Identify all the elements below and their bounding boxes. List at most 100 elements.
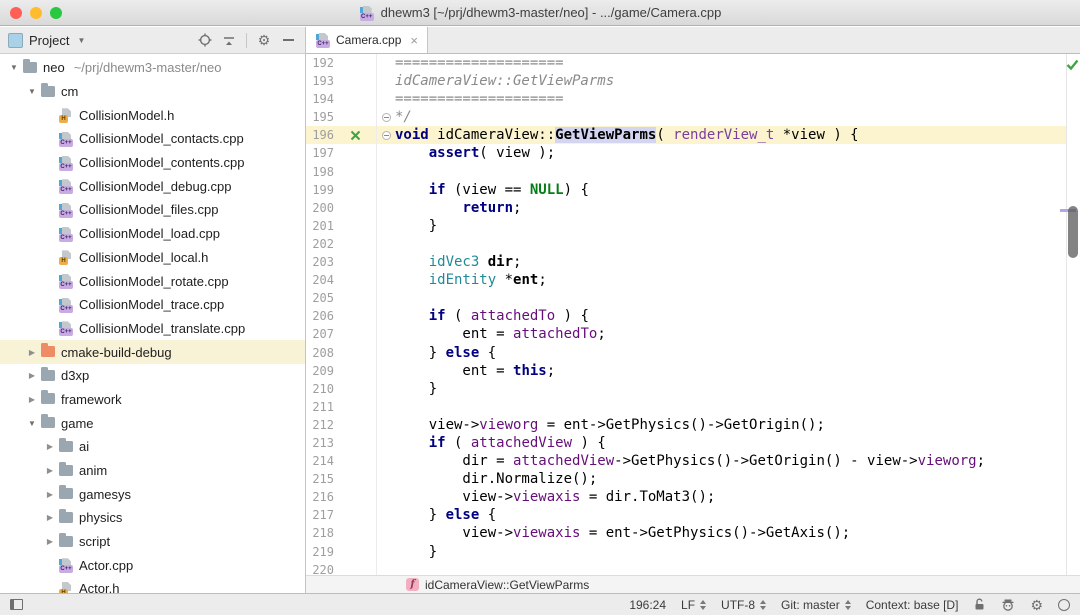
code-line-197[interactable]: 197 assert( view ); (306, 144, 1066, 162)
code-line-209[interactable]: 209 ent = this; (306, 362, 1066, 380)
line-number[interactable]: 215 (306, 470, 334, 488)
inspector-hector-icon[interactable] (1001, 598, 1015, 612)
code-line-219[interactable]: 219 } (306, 543, 1066, 561)
collapsed-arrow-icon[interactable]: ▶ (24, 395, 40, 404)
encoding-selector[interactable]: UTF-8 (721, 598, 766, 612)
code-line-193[interactable]: 193idCameraView::GetViewParms (306, 72, 1066, 90)
line-number[interactable]: 219 (306, 543, 334, 561)
fold-marker-icon[interactable] (377, 126, 395, 144)
code-line-202[interactable]: 202 (306, 235, 1066, 253)
code-line-201[interactable]: 201 } (306, 217, 1066, 235)
line-number[interactable]: 192 (306, 54, 334, 72)
line-number[interactable]: 207 (306, 325, 334, 343)
code-line-195[interactable]: 195*/ (306, 108, 1066, 126)
minimize-button[interactable] (30, 7, 42, 19)
line-number[interactable]: 204 (306, 271, 334, 289)
code-line-212[interactable]: 212 view->vieworg = ent->GetPhysics()->G… (306, 416, 1066, 434)
tree-item-game[interactable]: ▼game (0, 411, 305, 435)
line-number[interactable]: 205 (306, 289, 334, 307)
code-line-200[interactable]: 200 return; (306, 199, 1066, 217)
code-line-220[interactable]: 220 (306, 561, 1066, 575)
line-number[interactable]: 209 (306, 362, 334, 380)
code-line-196[interactable]: 196void idCameraView::GetViewParms( rend… (306, 126, 1066, 144)
chevron-down-icon[interactable]: ▼ (77, 36, 85, 45)
tree-item-collisionmodel-trace-cpp[interactable]: C++CollisionModel_trace.cpp (0, 293, 305, 317)
collapsed-arrow-icon[interactable]: ▶ (42, 466, 58, 475)
gear-icon[interactable]: ⚙ (1030, 598, 1043, 612)
git-branch-selector[interactable]: Git: master (781, 598, 851, 612)
line-number[interactable]: 217 (306, 506, 334, 524)
code-line-204[interactable]: 204 idEntity *ent; (306, 271, 1066, 289)
close-button[interactable] (10, 7, 22, 19)
fold-marker-icon[interactable] (377, 108, 395, 126)
tree-item-gamesys[interactable]: ▶gamesys (0, 482, 305, 506)
line-number[interactable]: 214 (306, 452, 334, 470)
tool-window-switcher-icon[interactable] (10, 599, 23, 610)
code-line-217[interactable]: 217 } else { (306, 506, 1066, 524)
tree-item-anim[interactable]: ▶anim (0, 459, 305, 483)
close-icon[interactable]: × (410, 33, 418, 48)
line-number[interactable]: 213 (306, 434, 334, 452)
zoom-button[interactable] (50, 7, 62, 19)
tree-item-collisionmodel-load-cpp[interactable]: C++CollisionModel_load.cpp (0, 222, 305, 246)
line-number[interactable]: 194 (306, 90, 334, 108)
line-number[interactable]: 218 (306, 524, 334, 542)
collapsed-arrow-icon[interactable]: ▶ (42, 537, 58, 546)
tree-item-script[interactable]: ▶script (0, 530, 305, 554)
tree-item-collisionmodel-contents-cpp[interactable]: C++CollisionModel_contents.cpp (0, 151, 305, 175)
tree-item-collisionmodel-local-h[interactable]: HCollisionModel_local.h (0, 246, 305, 270)
line-number[interactable]: 193 (306, 72, 334, 90)
hide-panel-icon[interactable] (279, 31, 297, 49)
code-line-218[interactable]: 218 view->viewaxis = ent->GetPhysics()->… (306, 524, 1066, 542)
code-line-194[interactable]: 194==================== (306, 90, 1066, 108)
line-number[interactable]: 198 (306, 163, 334, 181)
collapse-all-icon[interactable] (220, 31, 238, 49)
code-line-198[interactable]: 198 (306, 163, 1066, 181)
expanded-arrow-icon[interactable]: ▼ (24, 419, 40, 428)
line-number[interactable]: 206 (306, 307, 334, 325)
tree-item-collisionmodel-contacts-cpp[interactable]: C++CollisionModel_contacts.cpp (0, 127, 305, 151)
line-number[interactable]: 200 (306, 199, 334, 217)
code-line-215[interactable]: 215 dir.Normalize(); (306, 470, 1066, 488)
line-number[interactable]: 199 (306, 181, 334, 199)
tree-item-actor-h[interactable]: HActor.h (0, 577, 305, 593)
tree-item-neo[interactable]: ▼neo~/prj/dhewm3-master/neo (0, 56, 305, 80)
code-line-216[interactable]: 216 view->viewaxis = dir.ToMat3(); (306, 488, 1066, 506)
collapsed-arrow-icon[interactable]: ▶ (42, 442, 58, 451)
line-number[interactable]: 220 (306, 561, 334, 575)
code-line-206[interactable]: 206 if ( attachedTo ) { (306, 307, 1066, 325)
tab-camera-cpp[interactable]: C++ Camera.cpp × (306, 27, 428, 53)
implements-method-icon[interactable] (334, 126, 377, 144)
collapsed-arrow-icon[interactable]: ▶ (24, 371, 40, 380)
line-number[interactable]: 211 (306, 398, 334, 416)
tree-item-physics[interactable]: ▶physics (0, 506, 305, 530)
line-number[interactable]: 201 (306, 217, 334, 235)
code-line-213[interactable]: 213 if ( attachedView ) { (306, 434, 1066, 452)
line-number[interactable]: 197 (306, 144, 334, 162)
tree-item-actor-cpp[interactable]: C++Actor.cpp (0, 553, 305, 577)
line-number[interactable]: 216 (306, 488, 334, 506)
unlock-icon[interactable] (973, 598, 986, 611)
code-line-205[interactable]: 205 (306, 289, 1066, 307)
code-line-214[interactable]: 214 dir = attachedView->GetPhysics()->Ge… (306, 452, 1066, 470)
line-number[interactable]: 195 (306, 108, 334, 126)
caret-position[interactable]: 196:24 (629, 598, 666, 612)
tree-item-cm[interactable]: ▼cm (0, 80, 305, 104)
project-tree[interactable]: ▼neo~/prj/dhewm3-master/neo▼cm HCollision… (0, 54, 306, 593)
line-number[interactable]: 203 (306, 253, 334, 271)
tree-item-collisionmodel-rotate-cpp[interactable]: C++CollisionModel_rotate.cpp (0, 269, 305, 293)
tree-item-framework[interactable]: ▶framework (0, 388, 305, 412)
code-line-207[interactable]: 207 ent = attachedTo; (306, 325, 1066, 343)
code-line-192[interactable]: 192==================== (306, 54, 1066, 72)
tree-item-cmake-build-debug[interactable]: ▶cmake-build-debug (0, 340, 305, 364)
locate-icon[interactable] (196, 31, 214, 49)
code-line-210[interactable]: 210 } (306, 380, 1066, 398)
notification-circle-icon[interactable] (1058, 599, 1070, 611)
code-editor[interactable]: 192====================193idCameraView::… (306, 54, 1066, 575)
settings-gear-icon[interactable]: ⚙ (255, 31, 273, 49)
tree-item-collisionmodel-files-cpp[interactable]: C++CollisionModel_files.cpp (0, 198, 305, 222)
collapsed-arrow-icon[interactable]: ▶ (42, 490, 58, 499)
line-number[interactable]: 202 (306, 235, 334, 253)
scrollbar-thumb[interactable] (1068, 206, 1078, 258)
collapsed-arrow-icon[interactable]: ▶ (42, 513, 58, 522)
